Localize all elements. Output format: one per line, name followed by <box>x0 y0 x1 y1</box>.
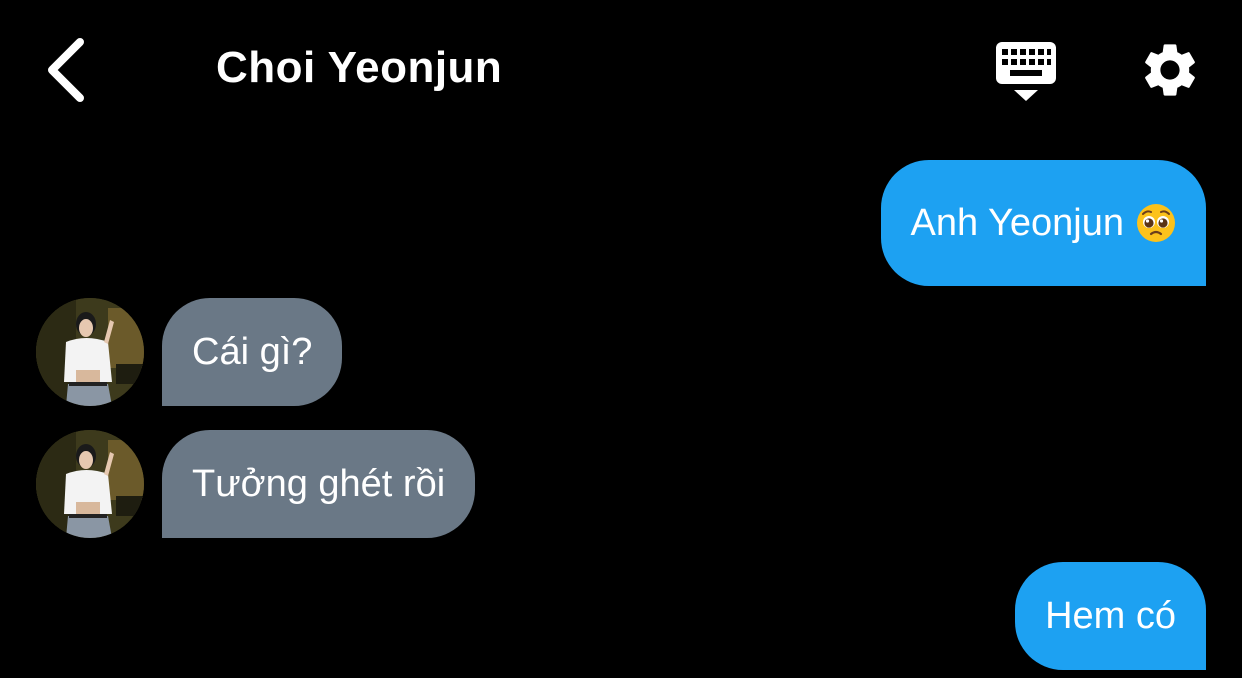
message-text: Cái gì? <box>192 331 313 373</box>
keyboard-icon <box>996 42 1056 101</box>
incoming-message-bubble[interactable]: Cái gì? <box>162 298 343 406</box>
message-text: Anh Yeonjun <box>910 202 1124 244</box>
gear-icon <box>1145 44 1195 96</box>
message-text: Tưởng ghét rồi <box>192 463 446 505</box>
chat-header: Choi Yeonjun <box>0 0 1242 138</box>
avatar[interactable] <box>36 298 144 406</box>
message-list: Anh Yeonjun Cái gì? Tưởng ghét rồi Hem c… <box>0 138 1242 678</box>
message-text: Hem có <box>1045 595 1176 637</box>
incoming-message-bubble[interactable]: Tưởng ghét rồi <box>162 430 476 538</box>
settings-button[interactable] <box>1138 38 1202 102</box>
chat-title: Choi Yeonjun <box>216 43 503 92</box>
back-button[interactable] <box>40 36 96 104</box>
outgoing-message-bubble[interactable]: Anh Yeonjun <box>880 160 1206 286</box>
keyboard-button[interactable] <box>992 38 1060 104</box>
pleading-face-emoji <box>1136 203 1176 243</box>
outgoing-message-bubble[interactable]: Hem có <box>1015 562 1206 670</box>
chevron-left-icon <box>48 38 84 102</box>
avatar[interactable] <box>36 430 144 538</box>
